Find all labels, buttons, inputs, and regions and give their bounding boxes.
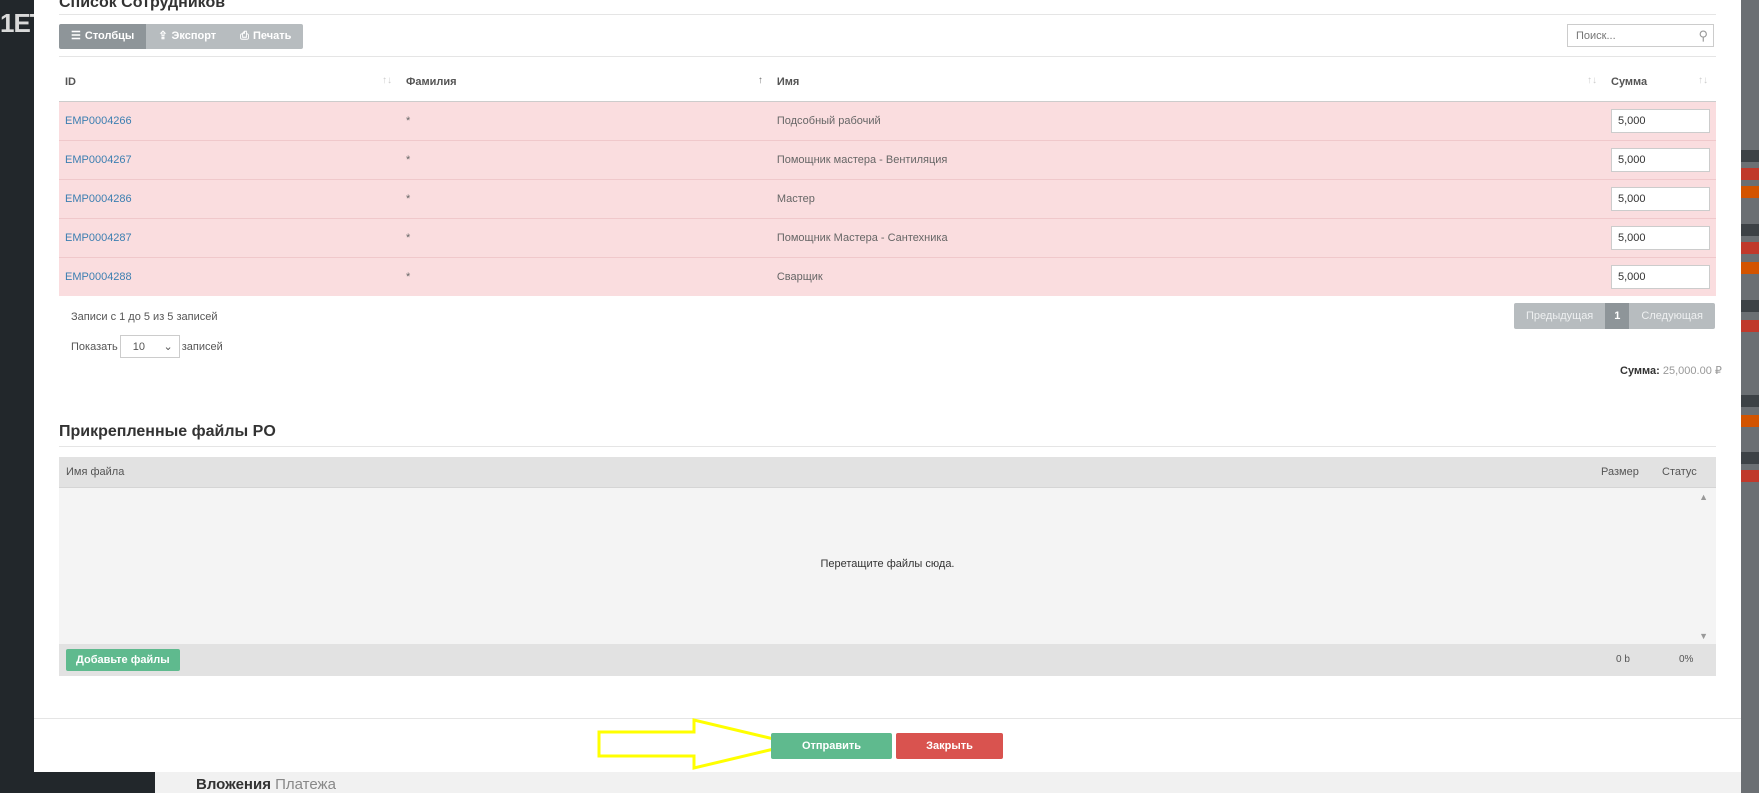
surname-cell: * xyxy=(400,257,771,296)
files-total-size: 0 b xyxy=(1616,654,1630,665)
records-info: Записи с 1 до 5 из 5 записей xyxy=(71,311,218,323)
drop-hint: Перетащите файлы сюда. xyxy=(820,558,955,570)
sort-asc-icon: ↑ xyxy=(757,75,763,86)
divider xyxy=(34,718,1741,719)
files-footer: Добавьте файлы 0 b 0% xyxy=(59,644,1716,676)
table-row: EMP0004286 * Мастер xyxy=(59,179,1716,219)
table-row: EMP0004267 * Помощник мастера - Вентиляц… xyxy=(59,140,1716,180)
surname-cell: * xyxy=(400,179,771,219)
employees-table: ID ↑↓ Фамилия ↑ Имя ↑↓ Сумма ↑↓ EMP0004266 *… xyxy=(59,62,1716,296)
scroll-up-icon[interactable]: ▲ xyxy=(1699,492,1708,502)
surname-cell: * xyxy=(400,218,771,258)
export-icon: ⇪ xyxy=(158,30,168,42)
chevron-down-icon: ⌄ xyxy=(163,341,173,353)
employee-id-link[interactable]: EMP0004266 xyxy=(65,115,132,127)
bg-badge xyxy=(1741,150,1759,162)
upload-progress: 0% xyxy=(1679,654,1694,665)
print-button[interactable]: ⎙ Печать xyxy=(228,24,304,49)
divider xyxy=(59,14,1716,15)
bg-badge xyxy=(1741,186,1759,198)
column-header-id[interactable]: ID ↑↓ xyxy=(59,62,400,102)
surname-cell: * xyxy=(400,140,771,180)
attachments-heading: Вложения Платежа xyxy=(196,776,336,793)
columns-icon: ☰ xyxy=(71,30,81,42)
amount-input[interactable] xyxy=(1611,148,1710,172)
amount-input[interactable] xyxy=(1611,226,1710,250)
bg-badge xyxy=(1741,224,1759,236)
file-size-header: Размер xyxy=(1601,466,1639,478)
table-row: EMP0004287 * Помощник Мастера - Сантехни… xyxy=(59,218,1716,258)
table-toolbar: ☰ Столбцы ⇪ Экспорт ⎙ Печать xyxy=(59,24,304,49)
prev-page-button[interactable]: Предыдущая xyxy=(1514,303,1606,329)
sort-icon: ↑↓ xyxy=(1587,75,1597,86)
print-icon: ⎙ xyxy=(240,30,249,42)
surname-cell: * xyxy=(400,101,771,141)
next-page-button[interactable]: Следующая xyxy=(1629,303,1715,329)
files-title: Прикрепленные файлы PO xyxy=(59,423,276,440)
export-button[interactable]: ⇪ Экспорт xyxy=(146,24,229,49)
bg-badge xyxy=(1741,168,1759,180)
scroll-down-icon[interactable]: ▼ xyxy=(1699,631,1708,641)
search-icon[interactable]: ⚲ xyxy=(1698,28,1708,44)
bg-badge xyxy=(1741,470,1759,482)
search-box: ⚲ xyxy=(1567,24,1714,47)
name-cell: Мастер xyxy=(770,179,1605,219)
amount-input[interactable] xyxy=(1611,187,1710,211)
sort-icon: ↑↓ xyxy=(1698,75,1708,86)
name-cell: Сварщик xyxy=(770,257,1605,296)
name-cell: Помощник мастера - Вентиляция xyxy=(770,140,1605,180)
pagination: Предыдущая 1 Следующая xyxy=(1514,303,1715,329)
column-header-amount[interactable]: Сумма ↑↓ xyxy=(1605,62,1716,102)
page-1-button[interactable]: 1 xyxy=(1605,303,1630,329)
columns-button[interactable]: ☰ Столбцы xyxy=(59,24,147,49)
employee-id-link[interactable]: EMP0004286 xyxy=(65,193,132,205)
show-suffix: записей xyxy=(181,340,223,353)
employee-id-link[interactable]: EMP0004267 xyxy=(65,154,132,166)
employee-id-link[interactable]: EMP0004288 xyxy=(65,271,132,283)
search-input[interactable] xyxy=(1568,25,1704,46)
bg-badge xyxy=(1741,452,1759,464)
file-name-header: Имя файла xyxy=(66,466,125,478)
table-row: EMP0004288 * Сварщик xyxy=(59,257,1716,296)
add-files-button[interactable]: Добавьте файлы xyxy=(66,649,180,671)
bg-badge xyxy=(1741,320,1759,332)
total-sum: Сумма: 25,000.00 ₽ xyxy=(1620,365,1722,377)
modal-dialog: Список Сотрудников ☰ Столбцы ⇪ Экспорт ⎙ Пе… xyxy=(34,0,1741,772)
employee-id-link[interactable]: EMP0004287 xyxy=(65,232,132,244)
name-cell: Помощник Мастера - Сантехника xyxy=(770,218,1605,258)
file-drop-zone[interactable]: Перетащите файлы сюда. ▲ ▼ xyxy=(59,487,1716,645)
page-length: Показать 10 ⌄ записей xyxy=(71,335,223,358)
show-label: Показать xyxy=(71,340,118,353)
bg-badge xyxy=(1741,395,1759,407)
column-header-surname[interactable]: Фамилия ↑ xyxy=(400,62,771,102)
amount-input[interactable] xyxy=(1611,265,1710,289)
send-button[interactable]: Отправить xyxy=(771,733,892,759)
sort-icon: ↑↓ xyxy=(382,75,392,86)
bg-badge xyxy=(1741,415,1759,427)
amount-input[interactable] xyxy=(1611,109,1710,133)
file-status-header: Статус xyxy=(1662,466,1697,478)
files-header: Имя файла Размер Статус xyxy=(59,457,1716,487)
table-row: EMP0004266 * Подсобный рабочий xyxy=(59,101,1716,141)
column-header-name[interactable]: Имя ↑↓ xyxy=(770,62,1605,102)
close-button[interactable]: Закрыть xyxy=(896,733,1003,759)
bg-badge xyxy=(1741,262,1759,274)
bg-badge xyxy=(1741,300,1759,312)
bg-badge xyxy=(1741,242,1759,254)
page-length-select[interactable]: 10 ⌄ xyxy=(119,335,180,358)
employees-title: Список Сотрудников xyxy=(59,0,226,11)
divider xyxy=(59,56,1716,57)
name-cell: Подсобный рабочий xyxy=(770,101,1605,141)
divider xyxy=(59,446,1716,447)
